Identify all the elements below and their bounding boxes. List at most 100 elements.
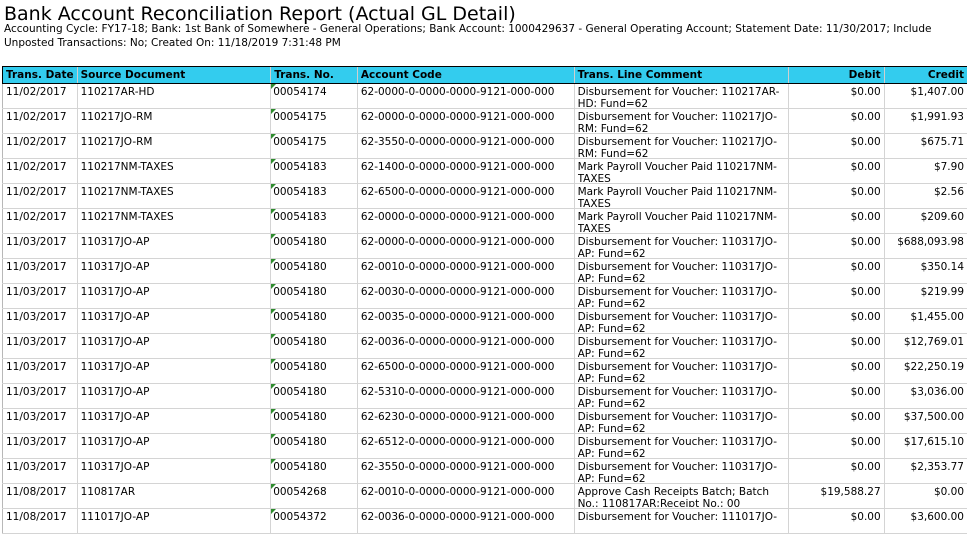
trans-no-cell[interactable]: 00054180 bbox=[271, 259, 358, 284]
source-document-cell[interactable]: 110317JO-AP bbox=[77, 259, 271, 284]
credit-cell[interactable]: $675.71 bbox=[884, 134, 967, 159]
credit-cell[interactable]: $219.99 bbox=[884, 284, 967, 309]
trans-date-cell[interactable]: 11/02/2017 bbox=[3, 109, 78, 134]
account-code-cell[interactable]: 62-0036-0-0000-0000-9121-000-000 bbox=[357, 509, 574, 534]
debit-cell[interactable]: $0.00 bbox=[789, 359, 885, 384]
trans-date-cell[interactable]: 11/08/2017 bbox=[3, 484, 78, 509]
table-row[interactable]: 11/02/2017110217NM-TAXES0005418362-6500-… bbox=[3, 184, 967, 209]
credit-cell[interactable]: $0.00 bbox=[884, 484, 967, 509]
debit-cell[interactable]: $0.00 bbox=[789, 409, 885, 434]
table-row[interactable]: 11/03/2017110317JO-AP0005418062-3550-0-0… bbox=[3, 459, 967, 484]
credit-cell[interactable]: $2.56 bbox=[884, 184, 967, 209]
table-row[interactable]: 11/03/2017110317JO-AP0005418062-0035-0-0… bbox=[3, 309, 967, 334]
table-row[interactable]: 11/03/2017110317JO-AP0005418062-0030-0-0… bbox=[3, 284, 967, 309]
table-row[interactable]: 11/03/2017110317JO-AP0005418062-6512-0-0… bbox=[3, 434, 967, 459]
line-comment-cell[interactable]: Disbursement for Voucher: 110317JO-AP; F… bbox=[574, 409, 789, 434]
credit-cell[interactable]: $209.60 bbox=[884, 209, 967, 234]
debit-cell[interactable]: $0.00 bbox=[789, 434, 885, 459]
table-row[interactable]: 11/02/2017110217AR-HD0005417462-0000-0-0… bbox=[3, 84, 967, 109]
trans-no-cell[interactable]: 00054174 bbox=[271, 84, 358, 109]
debit-cell[interactable]: $0.00 bbox=[789, 184, 885, 209]
trans-no-cell[interactable]: 00054268 bbox=[271, 484, 358, 509]
table-row[interactable]: 11/03/2017110317JO-AP0005418062-6500-0-0… bbox=[3, 359, 967, 384]
table-row[interactable]: 11/03/2017110317JO-AP0005418062-0010-0-0… bbox=[3, 259, 967, 284]
account-code-cell[interactable]: 62-3550-0-0000-0000-9121-000-000 bbox=[357, 134, 574, 159]
table-row[interactable]: 11/03/2017110317JO-AP0005418062-6230-0-0… bbox=[3, 409, 967, 434]
debit-cell[interactable]: $19,588.27 bbox=[789, 484, 885, 509]
account-code-cell[interactable]: 62-0035-0-0000-0000-9121-000-000 bbox=[357, 309, 574, 334]
trans-no-cell[interactable]: 00054180 bbox=[271, 359, 358, 384]
account-code-cell[interactable]: 62-0000-0-0000-0000-9121-000-000 bbox=[357, 84, 574, 109]
trans-no-cell[interactable]: 00054180 bbox=[271, 409, 358, 434]
column-header-debit[interactable]: Debit bbox=[789, 67, 885, 84]
debit-cell[interactable]: $0.00 bbox=[789, 234, 885, 259]
trans-date-cell[interactable]: 11/02/2017 bbox=[3, 209, 78, 234]
trans-no-cell[interactable]: 00054183 bbox=[271, 209, 358, 234]
line-comment-cell[interactable]: Mark Payroll Voucher Paid 110217NM-TAXES bbox=[574, 209, 789, 234]
source-document-cell[interactable]: 110317JO-AP bbox=[77, 234, 271, 259]
table-row[interactable]: 11/02/2017110217NM-TAXES0005418362-0000-… bbox=[3, 209, 967, 234]
account-code-cell[interactable]: 62-0000-0-0000-0000-9121-000-000 bbox=[357, 234, 574, 259]
trans-date-cell[interactable]: 11/03/2017 bbox=[3, 409, 78, 434]
trans-date-cell[interactable]: 11/03/2017 bbox=[3, 334, 78, 359]
trans-no-cell[interactable]: 00054175 bbox=[271, 134, 358, 159]
line-comment-cell[interactable]: Disbursement for Voucher: 111017JO-AP; bbox=[574, 509, 789, 534]
source-document-cell[interactable]: 110317JO-AP bbox=[77, 409, 271, 434]
table-row[interactable]: 11/08/2017110817AR0005426862-0010-0-0000… bbox=[3, 484, 967, 509]
credit-cell[interactable]: $3,036.00 bbox=[884, 384, 967, 409]
line-comment-cell[interactable]: Mark Payroll Voucher Paid 110217NM-TAXES bbox=[574, 184, 789, 209]
account-code-cell[interactable]: 62-3550-0-0000-0000-9121-000-000 bbox=[357, 459, 574, 484]
account-code-cell[interactable]: 62-0000-0-0000-0000-9121-000-000 bbox=[357, 209, 574, 234]
credit-cell[interactable]: $12,769.01 bbox=[884, 334, 967, 359]
credit-cell[interactable]: $7.90 bbox=[884, 159, 967, 184]
account-code-cell[interactable]: 62-0030-0-0000-0000-9121-000-000 bbox=[357, 284, 574, 309]
trans-date-cell[interactable]: 11/03/2017 bbox=[3, 384, 78, 409]
line-comment-cell[interactable]: Disbursement for Voucher: 110317JO-AP; F… bbox=[574, 234, 789, 259]
trans-date-cell[interactable]: 11/03/2017 bbox=[3, 434, 78, 459]
table-row[interactable]: 11/02/2017110217JO-RM0005417562-0000-0-0… bbox=[3, 109, 967, 134]
debit-cell[interactable]: $0.00 bbox=[789, 134, 885, 159]
trans-date-cell[interactable]: 11/02/2017 bbox=[3, 159, 78, 184]
column-header-trans-no[interactable]: Trans. No. bbox=[271, 67, 358, 84]
trans-date-cell[interactable]: 11/08/2017 bbox=[3, 509, 78, 534]
table-row[interactable]: 11/03/2017110317JO-AP0005418062-0036-0-0… bbox=[3, 334, 967, 359]
credit-cell[interactable]: $22,250.19 bbox=[884, 359, 967, 384]
account-code-cell[interactable]: 62-6230-0-0000-0000-9121-000-000 bbox=[357, 409, 574, 434]
debit-cell[interactable]: $0.00 bbox=[789, 384, 885, 409]
account-code-cell[interactable]: 62-1400-0-0000-0000-9121-000-000 bbox=[357, 159, 574, 184]
debit-cell[interactable]: $0.00 bbox=[789, 259, 885, 284]
trans-no-cell[interactable]: 00054180 bbox=[271, 284, 358, 309]
column-header-credit[interactable]: Credit bbox=[884, 67, 967, 84]
line-comment-cell[interactable]: Disbursement for Voucher: 110317JO-AP; F… bbox=[574, 259, 789, 284]
debit-cell[interactable]: $0.00 bbox=[789, 459, 885, 484]
table-row[interactable]: 11/03/2017110317JO-AP0005418062-0000-0-0… bbox=[3, 234, 967, 259]
trans-no-cell[interactable]: 00054183 bbox=[271, 159, 358, 184]
source-document-cell[interactable]: 110317JO-AP bbox=[77, 434, 271, 459]
table-row[interactable]: 11/08/2017111017JO-AP0005437262-0036-0-0… bbox=[3, 509, 967, 534]
trans-no-cell[interactable]: 00054175 bbox=[271, 109, 358, 134]
account-code-cell[interactable]: 62-6500-0-0000-0000-9121-000-000 bbox=[357, 184, 574, 209]
trans-no-cell[interactable]: 00054180 bbox=[271, 459, 358, 484]
trans-no-cell[interactable]: 00054180 bbox=[271, 384, 358, 409]
trans-date-cell[interactable]: 11/03/2017 bbox=[3, 284, 78, 309]
source-document-cell[interactable]: 110317JO-AP bbox=[77, 334, 271, 359]
credit-cell[interactable]: $2,353.77 bbox=[884, 459, 967, 484]
source-document-cell[interactable]: 110317JO-AP bbox=[77, 359, 271, 384]
column-header-line-comment[interactable]: Trans. Line Comment bbox=[574, 67, 789, 84]
trans-no-cell[interactable]: 00054180 bbox=[271, 234, 358, 259]
column-header-account-code[interactable]: Account Code bbox=[357, 67, 574, 84]
account-code-cell[interactable]: 62-6500-0-0000-0000-9121-000-000 bbox=[357, 359, 574, 384]
source-document-cell[interactable]: 110317JO-AP bbox=[77, 459, 271, 484]
credit-cell[interactable]: $3,600.00 bbox=[884, 509, 967, 534]
credit-cell[interactable]: $17,615.10 bbox=[884, 434, 967, 459]
table-row[interactable]: 11/03/2017110317JO-AP0005418062-5310-0-0… bbox=[3, 384, 967, 409]
line-comment-cell[interactable]: Disbursement for Voucher: 110217JO-RM; F… bbox=[574, 134, 789, 159]
debit-cell[interactable]: $0.00 bbox=[789, 309, 885, 334]
trans-no-cell[interactable]: 00054180 bbox=[271, 309, 358, 334]
source-document-cell[interactable]: 110217NM-TAXES bbox=[77, 209, 271, 234]
account-code-cell[interactable]: 62-6512-0-0000-0000-9121-000-000 bbox=[357, 434, 574, 459]
trans-date-cell[interactable]: 11/02/2017 bbox=[3, 84, 78, 109]
line-comment-cell[interactable]: Disbursement for Voucher: 110317JO-AP; F… bbox=[574, 434, 789, 459]
debit-cell[interactable]: $0.00 bbox=[789, 509, 885, 534]
source-document-cell[interactable]: 110317JO-AP bbox=[77, 309, 271, 334]
